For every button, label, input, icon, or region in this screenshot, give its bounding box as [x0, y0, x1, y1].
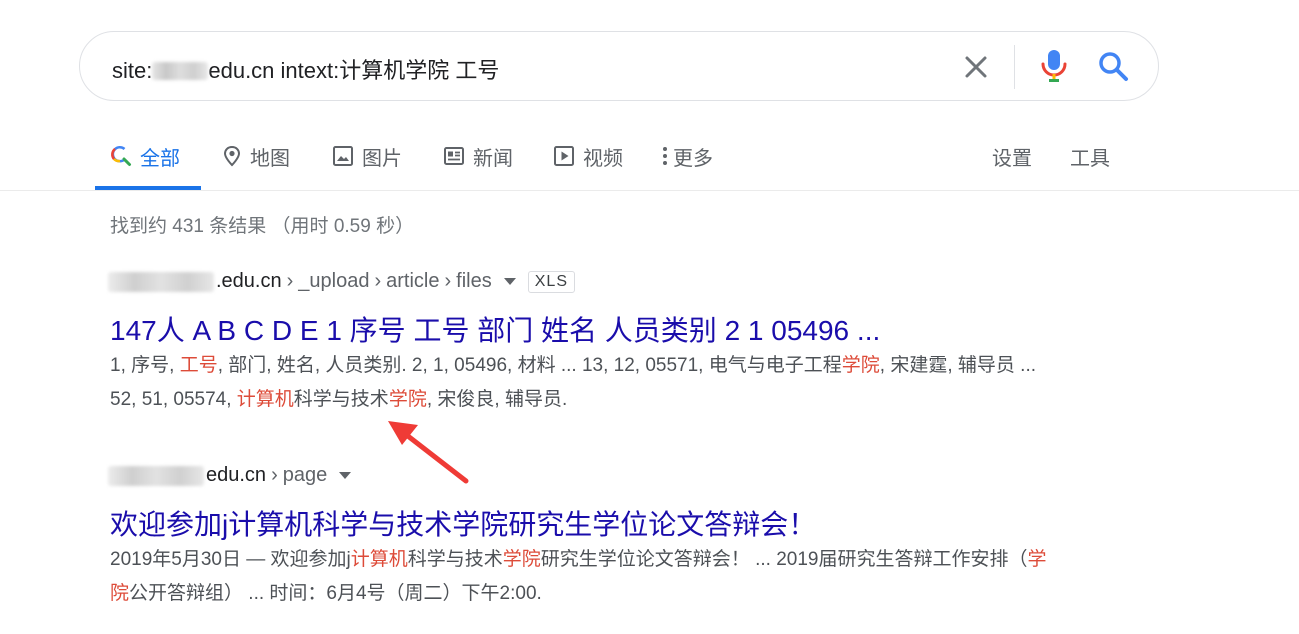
result-stats: 找到约 431 条结果 （用时 0.59 秒） [110, 216, 415, 237]
query-suffix: edu.cn intext:计算机学院 工号 [208, 58, 500, 83]
tab-label: 视频 [583, 147, 623, 170]
tab-label: 地图 [250, 147, 290, 170]
snippet-text: , 宋俊良, 辅导员. [426, 389, 568, 410]
tabs-divider [0, 190, 1299, 191]
snippet-text: 研究生学位论文答辩会！ ... 2019届研究生答辩工作安排（ [540, 549, 1028, 570]
tab-label: 更多 [673, 147, 713, 170]
snippet-text: 公开答辩组） ... 时间：6月4号（周二）下午2:00. [129, 583, 542, 604]
file-type-badge: XLS [527, 270, 575, 293]
result-2-breadcrumb[interactable]: edu.cn › page [108, 464, 352, 487]
tab-maps[interactable]: 地图 [222, 141, 290, 171]
video-icon [554, 146, 574, 166]
tab-videos[interactable]: 视频 [553, 141, 623, 171]
highlighted-term: 学院 [502, 549, 541, 570]
more-vert-icon [663, 147, 667, 165]
breadcrumb-segment: page [282, 464, 328, 486]
highlighted-term: 计算机 [350, 549, 408, 570]
annotation-arrow [388, 421, 469, 484]
snippet-text: 2019年5月30日 — 欢迎参加j [110, 549, 351, 570]
result-1-snippet: 1, 序号, 工号, 部门, 姓名, 人员类别. 2, 1, 05496, 材料… [110, 349, 1060, 417]
highlighted-term: 学院 [841, 355, 880, 376]
search-bar-divider [1014, 45, 1015, 89]
result-2-title[interactable]: 欢迎参加j计算机科学与技术学院研究生学位论文答辩会！ [110, 503, 816, 543]
tab-label: 设置 [992, 147, 1032, 170]
tab-label: 新闻 [473, 147, 513, 170]
map-pin-icon [223, 145, 241, 167]
microphone-icon [1041, 50, 1067, 82]
tab-label: 工具 [1070, 147, 1110, 170]
breadcrumb-segment: article [386, 270, 440, 292]
result-1-breadcrumb[interactable]: .edu.cn › _upload › article › files XLS [108, 270, 575, 293]
breadcrumb-segment: files [456, 270, 492, 292]
search-submit-button[interactable] [1096, 49, 1132, 85]
highlighted-term: 工号 [179, 355, 218, 376]
redacted-domain [108, 465, 204, 486]
snippet-text: 科学与技术 [407, 549, 503, 570]
highlighted-term: 学院 [388, 389, 427, 410]
snippet-text: , 部门, 姓名, 人员类别. 2, 1, 05496, 材料 ... 13, … [217, 355, 842, 376]
close-icon [965, 56, 987, 78]
image-icon [333, 146, 353, 166]
search-icon [111, 145, 131, 166]
redacted-domain [108, 271, 214, 292]
search-input[interactable]: site: edu.cn intext:计算机学院 工号 [112, 53, 499, 85]
redacted-domain [152, 62, 209, 80]
result-domain: .edu.cn [216, 270, 282, 292]
clear-search-button[interactable] [960, 51, 992, 83]
tools-link[interactable]: 工具 [1070, 141, 1110, 171]
settings-link[interactable]: 设置 [992, 141, 1032, 171]
tab-more[interactable]: 更多 [661, 141, 713, 171]
news-icon [444, 147, 464, 165]
search-icon [1099, 52, 1128, 81]
search-bar[interactable]: site: edu.cn intext:计算机学院 工号 [79, 31, 1159, 101]
breadcrumb-segment: _upload [298, 270, 370, 292]
tab-news[interactable]: 新闻 [443, 141, 513, 171]
snippet-text: 1, 序号, [110, 355, 180, 376]
chevron-down-icon[interactable] [503, 277, 516, 286]
chevron-down-icon[interactable] [339, 471, 352, 480]
highlighted-term: 计算机 [236, 389, 294, 410]
result-1-title[interactable]: 147人 A B C D E 1 序号 工号 部门 姓名 人员类别 2 1 05… [110, 309, 880, 349]
tab-label: 图片 [362, 147, 402, 170]
snippet-text: 科学与技术 [293, 389, 389, 410]
tab-images[interactable]: 图片 [332, 141, 402, 171]
tab-label: 全部 [140, 147, 180, 170]
query-prefix: site: [112, 58, 153, 83]
tab-all[interactable]: 全部 [110, 141, 180, 171]
voice-search-button[interactable] [1038, 48, 1070, 84]
result-domain: edu.cn [206, 464, 267, 486]
result-2-snippet: 2019年5月30日 — 欢迎参加j计算机科学与技术学院研究生学位论文答辩会！ … [110, 543, 1060, 611]
